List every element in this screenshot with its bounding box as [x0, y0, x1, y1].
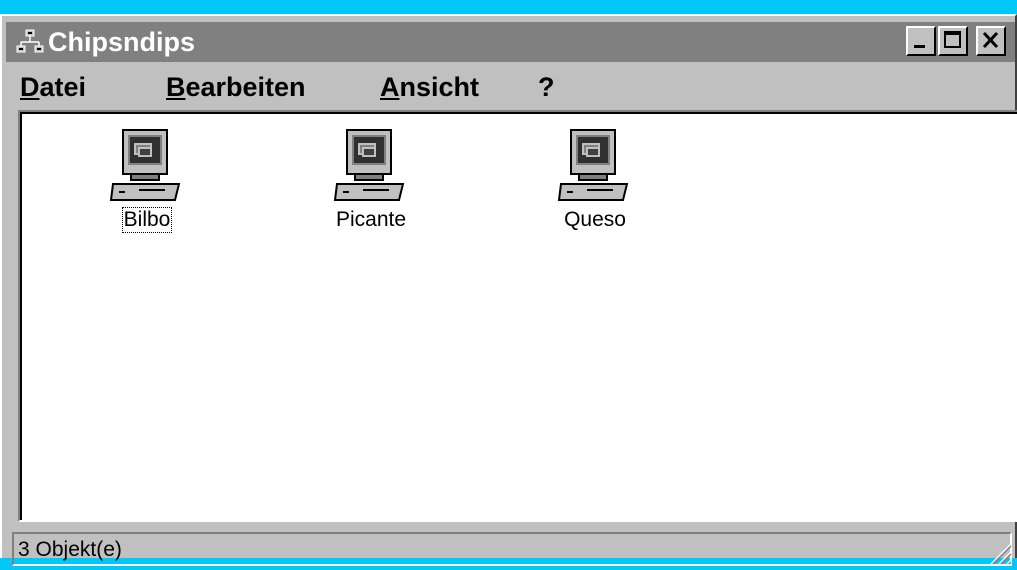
menu-help[interactable]: ?: [538, 70, 555, 104]
maximize-button[interactable]: [938, 26, 968, 56]
file-view-inner: Bilbo Picante Queso: [20, 112, 1017, 520]
list-item-bilbo[interactable]: Bilbo: [92, 128, 202, 233]
item-label: Picante: [335, 208, 407, 231]
resize-grip-icon[interactable]: [987, 540, 1013, 566]
window-title: Chipsndips: [48, 27, 195, 57]
file-view[interactable]: Bilbo Picante Queso: [18, 110, 1017, 522]
status-bar: 3 Objekt(e): [6, 532, 1015, 570]
computer-icon: [557, 129, 629, 201]
status-text: 3 Objekt(e): [18, 538, 122, 561]
list-item-picante[interactable]: Picante: [316, 128, 426, 232]
minimize-icon: [914, 45, 925, 48]
menu-bearbeiten[interactable]: Bearbeiten: [166, 70, 306, 104]
close-icon: [982, 31, 999, 49]
maximize-icon: [944, 31, 961, 48]
computer-icon: [109, 129, 181, 201]
title-bar[interactable]: Chipsndips: [6, 22, 1015, 62]
minimize-button[interactable]: [906, 26, 936, 56]
item-label: Queso: [564, 208, 626, 231]
status-panel: 3 Objekt(e): [12, 532, 1012, 566]
item-label: Bilbo: [121, 207, 173, 233]
menu-ansicht[interactable]: Ansicht: [380, 70, 479, 104]
network-neighborhood-icon: [16, 29, 44, 53]
explorer-window: Chipsndips Datei Bearbeiten Ansicht ? Bi…: [0, 14, 1017, 566]
computer-icon: [333, 129, 405, 201]
close-button[interactable]: [976, 26, 1006, 56]
menu-bar: Datei Bearbeiten Ansicht ?: [6, 66, 1015, 112]
menu-datei[interactable]: Datei: [20, 70, 86, 104]
list-item-queso[interactable]: Queso: [540, 128, 650, 232]
